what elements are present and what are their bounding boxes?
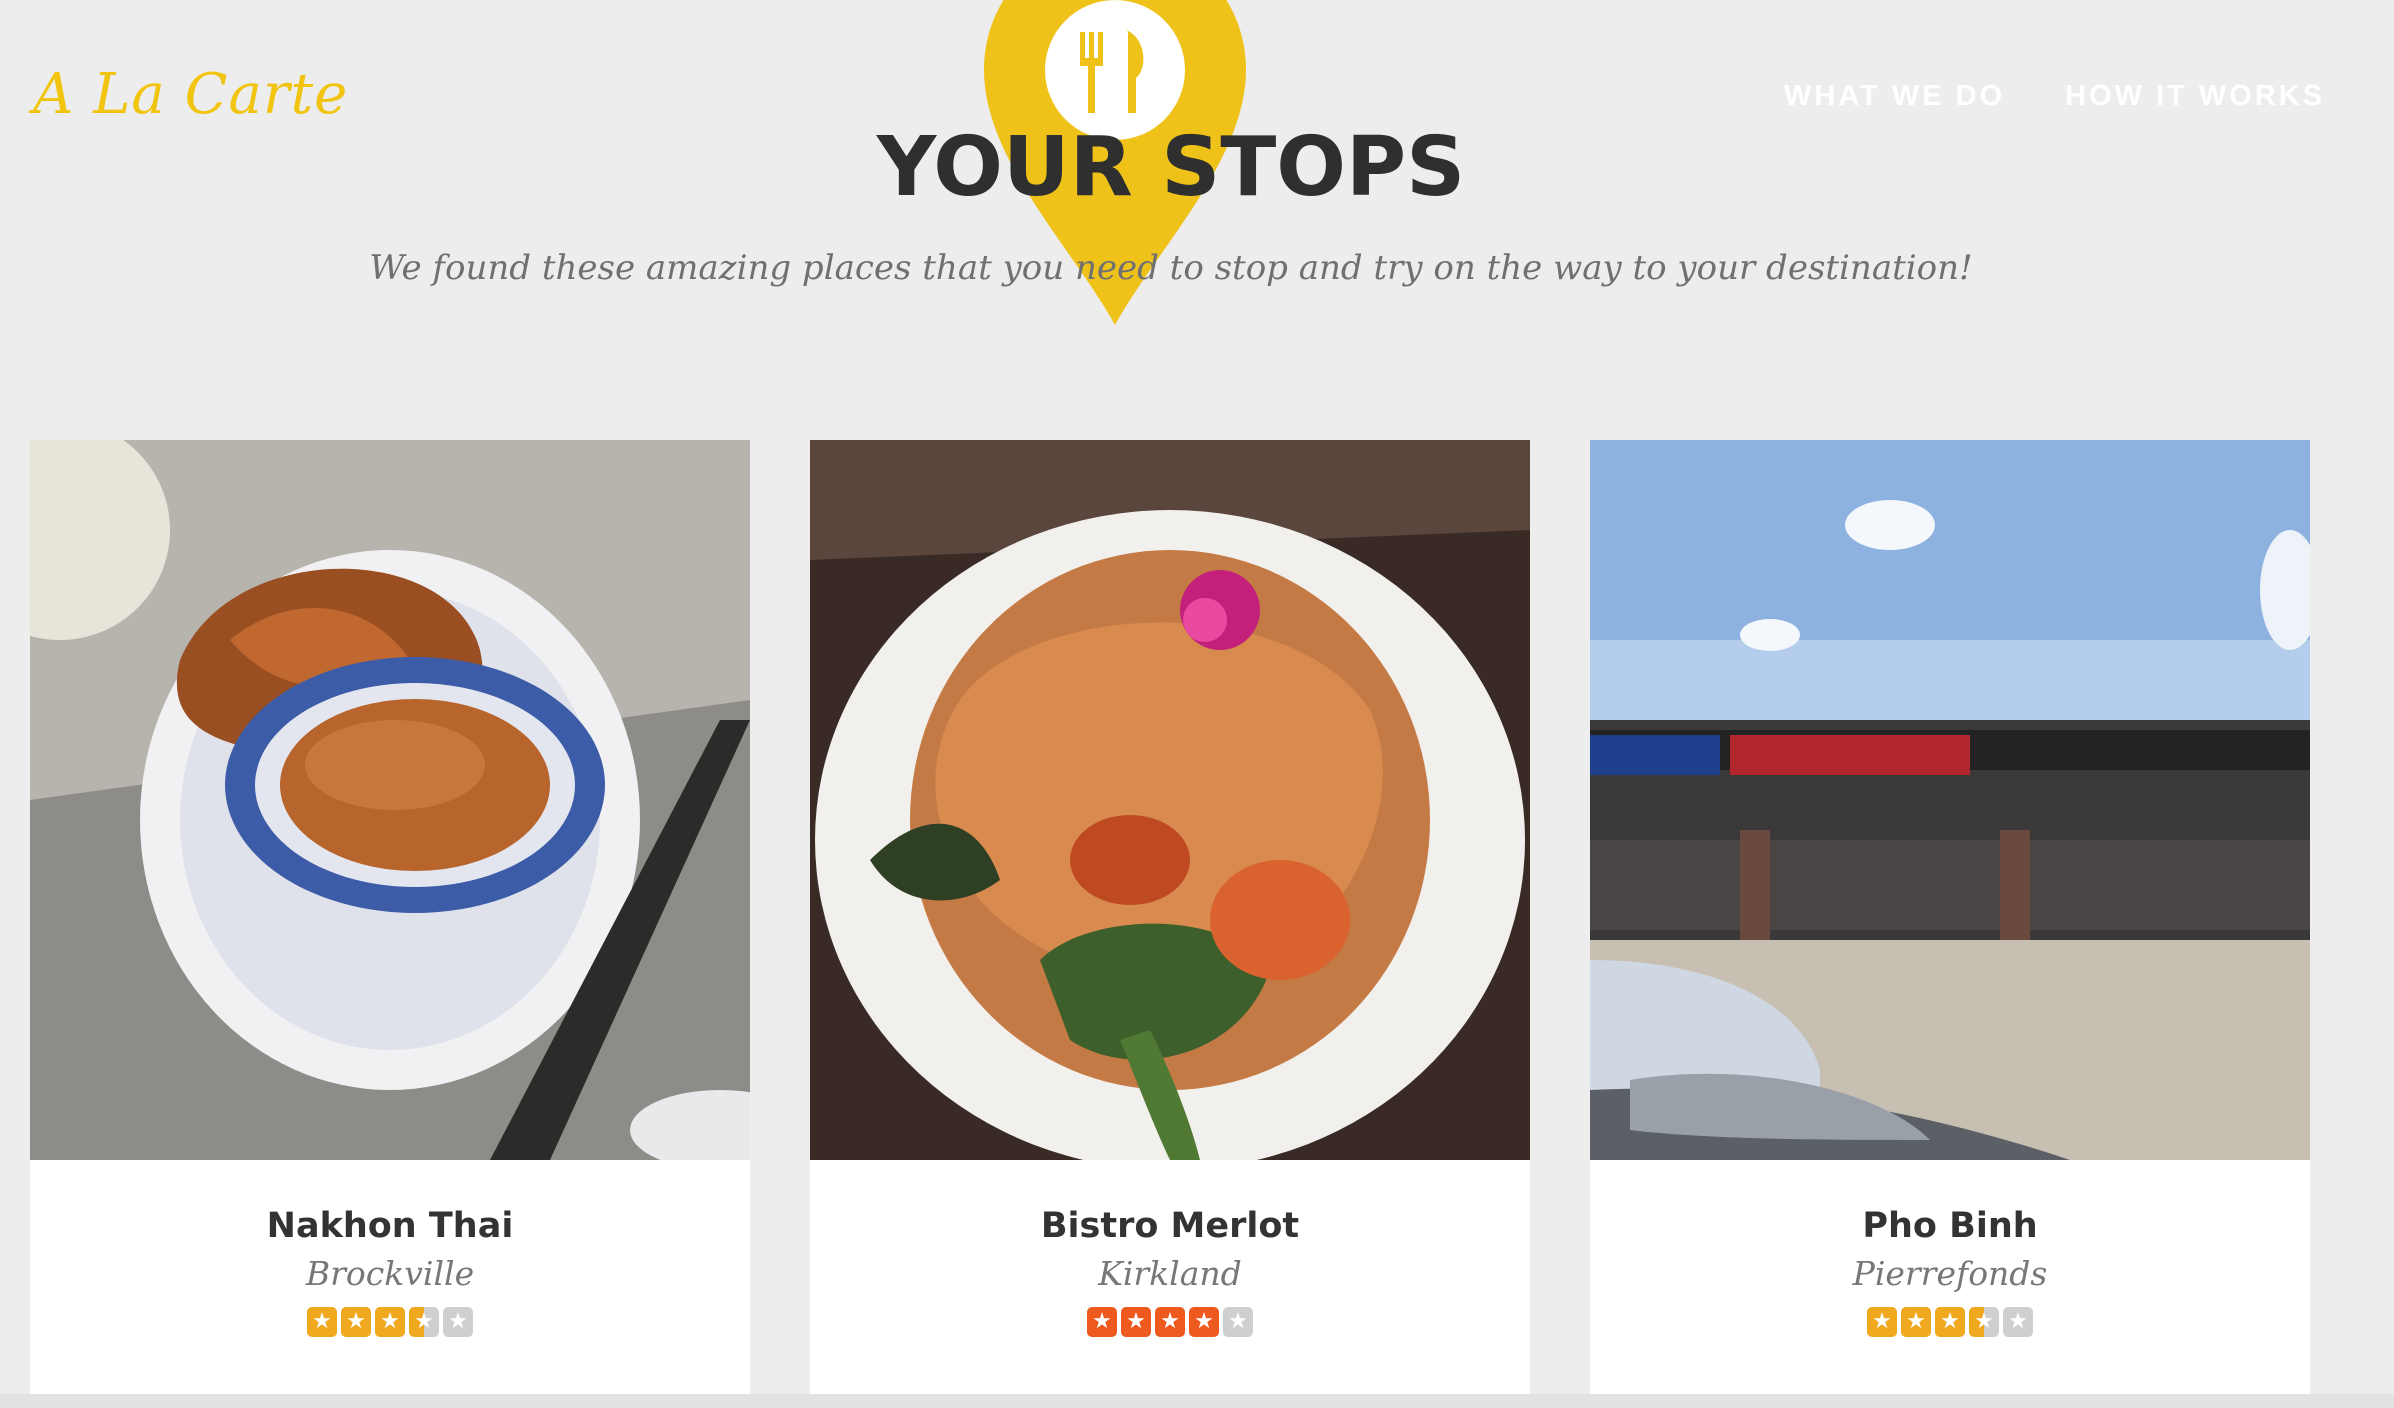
restaurant-photo (810, 440, 1530, 1160)
star-icon: ★ (409, 1307, 439, 1337)
star-icon: ★ (1223, 1307, 1253, 1337)
restaurant-card[interactable]: Bistro Merlot Kirkland ★ ★ ★ ★ ★ (810, 440, 1530, 1408)
restaurant-name: Bistro Merlot (1040, 1206, 1300, 1246)
restaurant-name: Pho Binh (1862, 1206, 2038, 1246)
restaurant-name: Nakhon Thai (266, 1206, 514, 1246)
restaurant-photo (1590, 440, 2310, 1160)
main-nav: WHAT WE DO HOW IT WORKS (1784, 80, 2325, 113)
star-icon: ★ (307, 1307, 337, 1337)
star-icon: ★ (1969, 1307, 1999, 1337)
star-icon: ★ (1121, 1307, 1151, 1337)
star-icon: ★ (1867, 1307, 1897, 1337)
page-footer-edge (0, 1394, 2394, 1408)
site-logo[interactable]: A La Carte (33, 62, 348, 127)
page-title: YOUR STOPS (876, 120, 1466, 215)
star-icon: ★ (1155, 1307, 1185, 1337)
restaurant-card[interactable]: Nakhon Thai Brockville ★ ★ ★ ★ ★ (30, 440, 750, 1408)
star-icon: ★ (1189, 1307, 1219, 1337)
star-rating: ★ ★ ★ ★ ★ (1590, 1307, 2310, 1337)
restaurant-city: Kirkland (1098, 1254, 1242, 1293)
star-icon: ★ (1087, 1307, 1117, 1337)
star-rating: ★ ★ ★ ★ ★ (810, 1307, 1530, 1337)
star-icon: ★ (1935, 1307, 1965, 1337)
star-icon: ★ (341, 1307, 371, 1337)
nav-what-we-do[interactable]: WHAT WE DO (1784, 80, 2005, 113)
star-icon: ★ (443, 1307, 473, 1337)
restaurant-photo (30, 440, 750, 1160)
star-rating: ★ ★ ★ ★ ★ (30, 1307, 750, 1337)
restaurant-city: Pierrefonds (1852, 1254, 2048, 1293)
page-subtitle: We found these amazing places that you n… (369, 248, 1973, 288)
star-icon: ★ (1901, 1307, 1931, 1337)
star-icon: ★ (375, 1307, 405, 1337)
restaurant-card[interactable]: Pho Binh Pierrefonds ★ ★ ★ ★ ★ (1590, 440, 2310, 1408)
star-icon: ★ (2003, 1307, 2033, 1337)
restaurant-city: Brockville (305, 1254, 475, 1293)
nav-how-it-works[interactable]: HOW IT WORKS (2065, 80, 2325, 113)
